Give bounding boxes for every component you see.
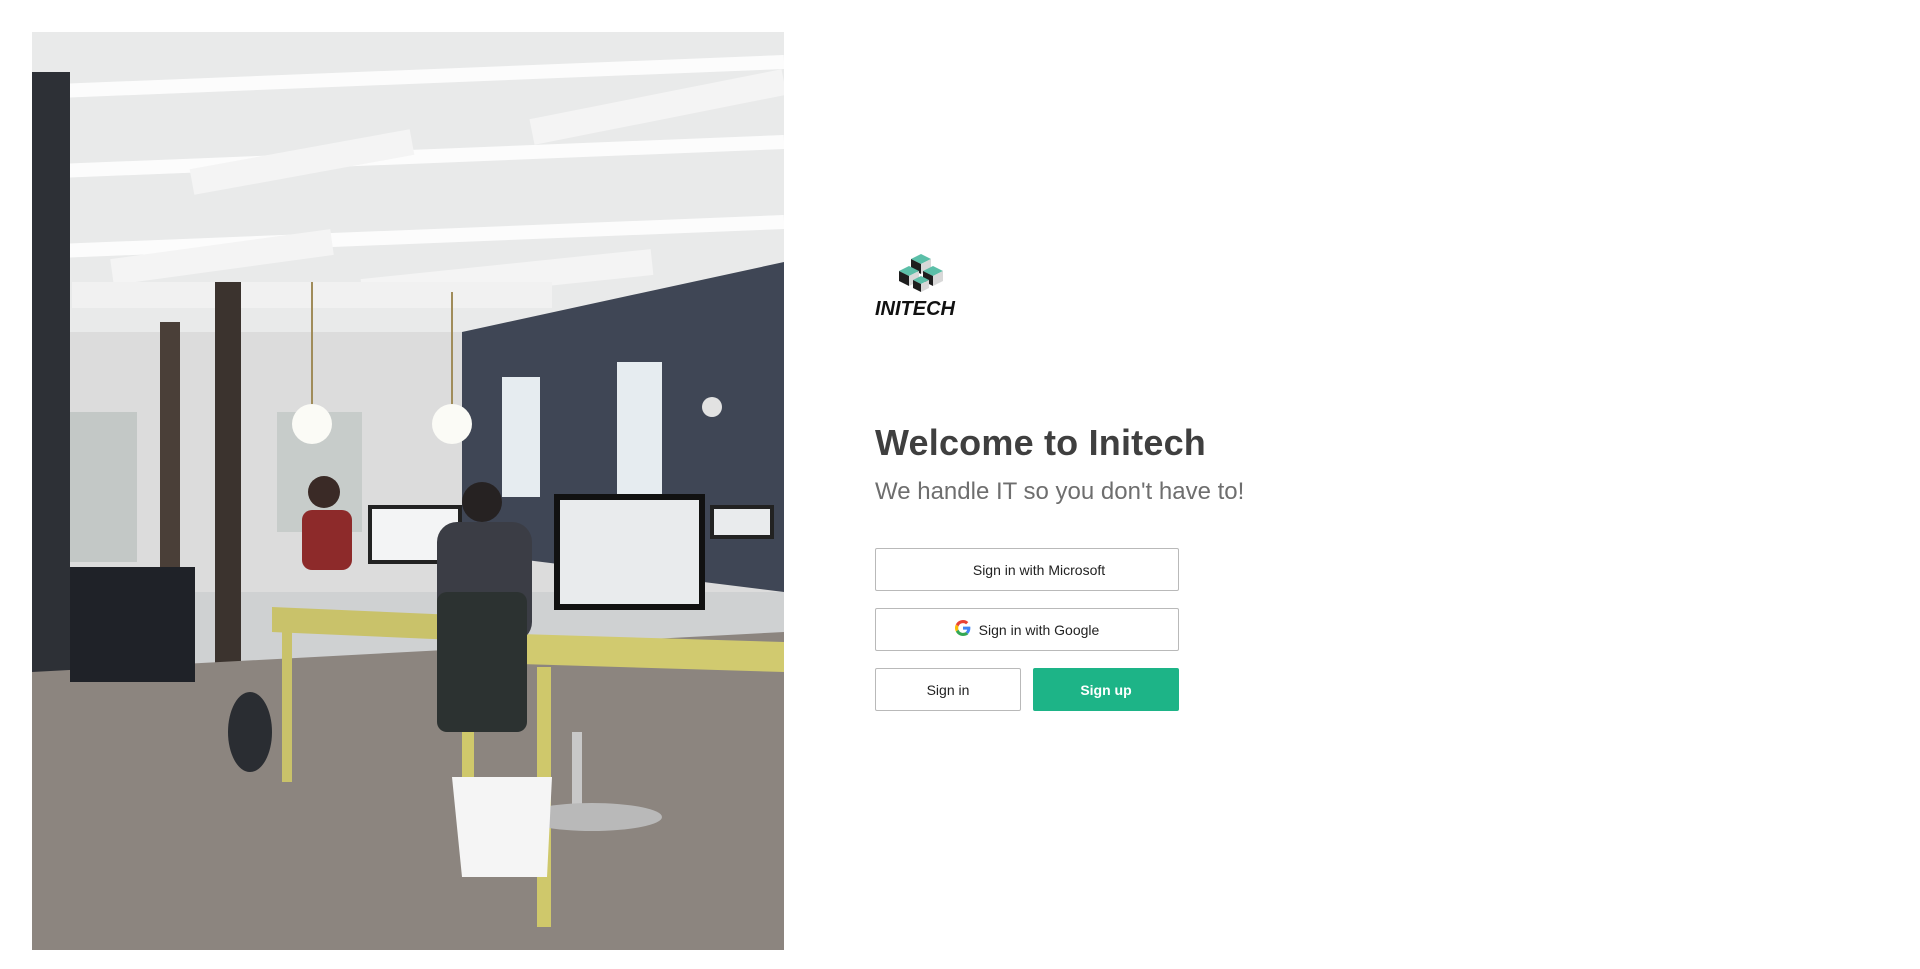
signin-panel: INITECH Welcome to Initech We handle IT … <box>875 252 1295 711</box>
office-photo <box>32 32 784 950</box>
signin-microsoft-label: Sign in with Microsoft <box>972 561 1106 578</box>
google-icon <box>954 620 971 639</box>
microsoft-icon <box>949 562 965 578</box>
signin-google-label: Sign in with Google <box>978 621 1100 638</box>
auth-actions: Sign in Sign up <box>875 668 1179 711</box>
welcome-tagline: We handle IT so you don't have to! <box>875 478 1245 505</box>
signin-microsoft-button[interactable]: Sign in with Microsoft <box>875 548 1179 591</box>
welcome-title: Welcome to Initech <box>875 422 1206 463</box>
initech-logo: INITECH <box>875 252 967 322</box>
signup-button[interactable]: Sign up <box>1033 668 1179 711</box>
svg-text:INITECH: INITECH <box>875 298 956 320</box>
initech-logo-icon: INITECH <box>875 254 956 320</box>
login-page: INITECH Welcome to Initech We handle IT … <box>0 0 1920 969</box>
signin-button[interactable]: Sign in <box>875 668 1021 711</box>
office-photo-illustration <box>32 32 784 950</box>
signin-google-button[interactable]: Sign in with Google <box>875 608 1179 651</box>
